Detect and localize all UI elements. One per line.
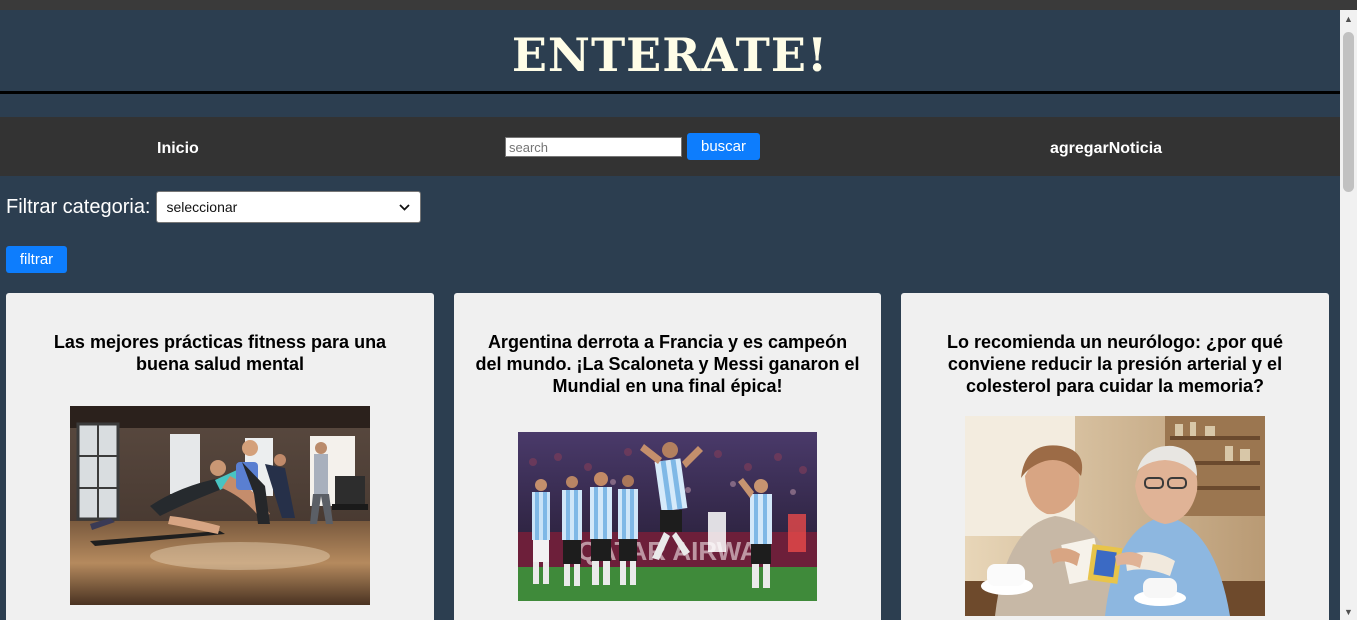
news-card[interactable]: Lo recomienda un neurólogo: ¿por qué con… (901, 293, 1329, 620)
navbar: Inicio buscar agregarNoticia (0, 117, 1340, 176)
category-select-value: seleccionar (166, 199, 238, 215)
news-card[interactable]: Argentina derrota a Francia y es campeón… (454, 293, 881, 620)
argentina-players-celebrating-photo: QATAR AIRWA (518, 432, 817, 601)
news-card-title[interactable]: Lo recomienda un neurólogo: ¿por qué con… (921, 331, 1309, 397)
filter-row: Filtrar categoria: seleccionar (6, 191, 421, 223)
nav-link-inicio[interactable]: Inicio (157, 140, 199, 158)
elderly-couple-cards-photo (965, 416, 1265, 616)
site-header: ENTERATE! (0, 10, 1340, 94)
filter-label: Filtrar categoria: (6, 195, 151, 218)
scroll-down-arrow-icon[interactable]: ▼ (1340, 603, 1357, 620)
window-top-strip (0, 0, 1357, 10)
news-card-title[interactable]: Las mejores prácticas fitness para una b… (26, 331, 414, 375)
filter-button[interactable]: filtrar (6, 246, 67, 273)
category-select[interactable]: seleccionar (155, 191, 421, 223)
scroll-up-arrow-icon[interactable]: ▲ (1340, 10, 1357, 27)
chevron-down-icon (398, 200, 410, 214)
fitness-workout-photo (70, 406, 370, 605)
nav-link-agregar-noticia[interactable]: agregarNoticia (1050, 140, 1162, 158)
search-input[interactable] (505, 137, 682, 157)
site-title: ENTERATE! (511, 27, 829, 82)
news-card-title[interactable]: Argentina derrota a Francia y es campeón… (474, 331, 861, 397)
scrollbar-thumb[interactable] (1343, 32, 1354, 192)
search-button[interactable]: buscar (687, 133, 760, 160)
news-card[interactable]: Las mejores prácticas fitness para una b… (6, 293, 434, 620)
vertical-scrollbar[interactable]: ▲ ▼ (1340, 10, 1357, 620)
page: ENTERATE! Inicio buscar agregarNoticia F… (0, 10, 1340, 620)
